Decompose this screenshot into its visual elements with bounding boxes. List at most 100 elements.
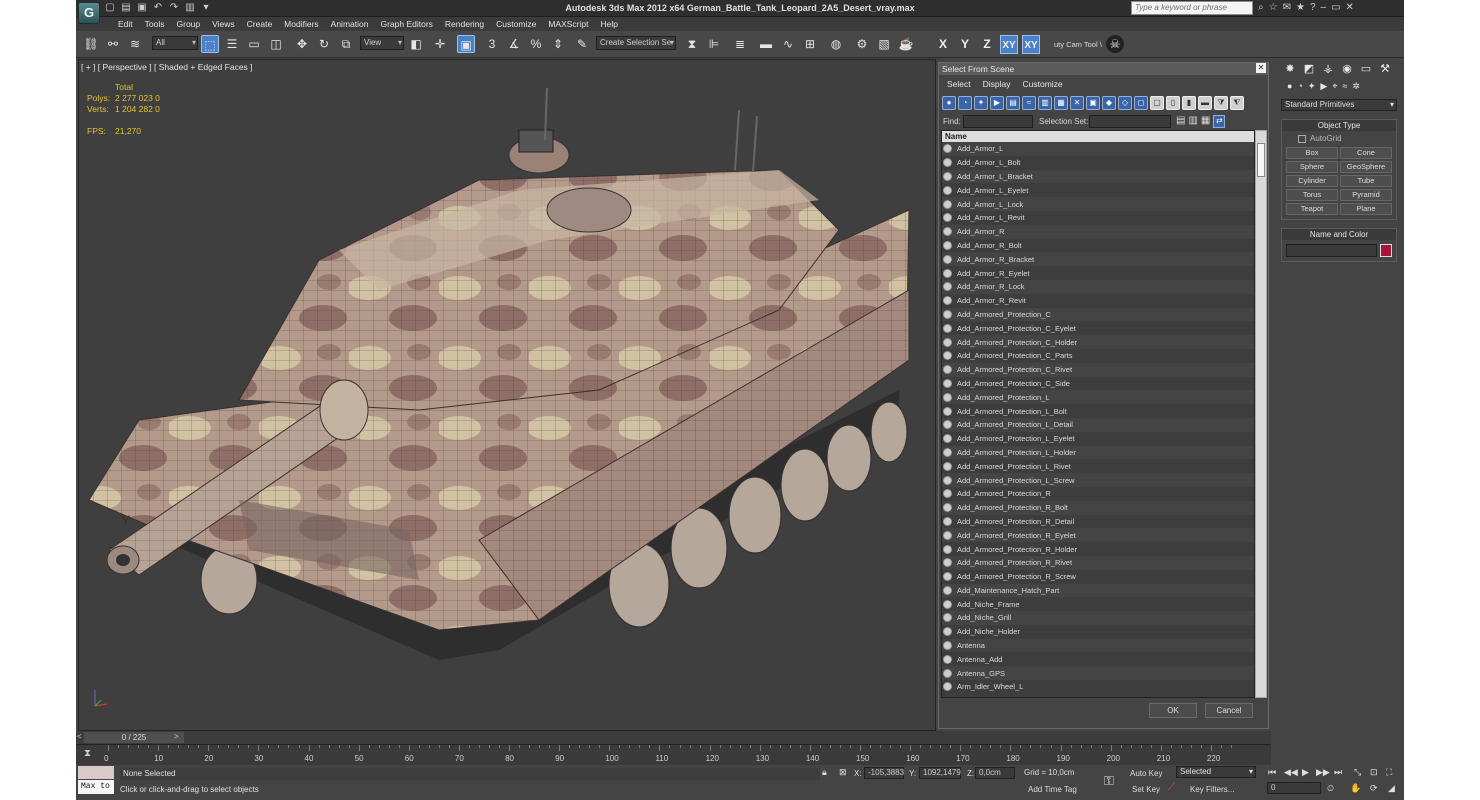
dialog-menu-display[interactable]: Display [983,79,1011,89]
selection-filter-dropdown[interactable]: All [152,36,198,50]
select-object-icon[interactable]: ⬚ [201,35,219,53]
y-coordinate-field[interactable]: 1092,1479 [919,767,961,779]
snaps-toggle-icon[interactable]: 3 [483,35,501,53]
keyboard-shortcut-override-icon[interactable]: ▣ [457,35,475,53]
mirror-icon[interactable]: ⧗ [683,35,701,53]
menu-customize[interactable]: Customize [490,17,542,31]
sync-selection-icon[interactable]: ▬ [1198,96,1212,110]
menu-graph-editors[interactable]: Graph Editors [374,17,438,31]
list-item[interactable]: Add_Armor_L_Eyelet [942,183,1254,197]
play-icon[interactable]: ▶ [1302,767,1309,778]
time-slider-next-icon[interactable]: > [174,732,179,741]
list-item[interactable]: Add_Armored_Protection_R [942,487,1254,501]
lights-category-icon[interactable]: ✦ [1308,81,1316,92]
list-item[interactable]: Add_Armored_Protection_C_Side [942,377,1254,391]
pyramid-button[interactable]: Pyramid [1340,189,1392,201]
object-color-swatch[interactable] [1380,244,1392,257]
sync-icon[interactable]: ⇄ [1213,115,1226,128]
utilities-tab-icon[interactable]: ⚒ [1378,62,1392,75]
maximize-icon[interactable]: ▭ [1331,2,1340,14]
unlink-icon[interactable]: ⚯ [104,35,122,53]
bone-filter-icon[interactable]: ✕ [1070,96,1084,110]
list-item[interactable]: Add_Armored_Protection_R_Holder [942,542,1254,556]
track-bar[interactable]: ⧗ 0 10 20 30 40 50 60 70 80 90 100 110 120 130 140 150 1… [76,744,1271,765]
selection-set-dropdown[interactable] [1089,115,1171,128]
list-item[interactable]: Add_Armor_R [942,224,1254,239]
window-crossing-icon[interactable]: ◫ [267,35,285,53]
cone-button[interactable]: Cone [1340,147,1392,159]
link-icon[interactable]: ⛓ [82,35,100,53]
edit-selection-set-icon[interactable]: ▥ [1188,115,1197,128]
frozen-filter-icon[interactable]: ◆ [1102,96,1116,110]
maxscript-listener-output[interactable] [78,766,114,779]
list-item[interactable]: Antenna_GPS [942,666,1254,681]
list-item[interactable]: Add_Armor_L_Bracket [942,169,1254,184]
autogrid-option[interactable]: AutoGrid [1282,131,1396,145]
menu-maxscript[interactable]: MAXScript [542,17,594,31]
object-type-title[interactable]: Object Type [1282,120,1396,131]
list-item[interactable]: Add_Armored_Protection_R_Detail [942,515,1254,529]
list-item[interactable]: Add_Armor_R_Bolt [942,239,1254,253]
display-all-icon[interactable]: ◻ [1134,96,1148,110]
material-editor-icon[interactable]: ◍ [827,35,845,53]
pan-view-icon[interactable]: ✋ [1350,783,1361,794]
find-input[interactable] [963,115,1033,128]
list-item[interactable]: Add_Armored_Protection_L_Screw [942,473,1254,487]
named-selection-set-dropdown[interactable]: Create Selection Se [596,36,676,50]
help-icon[interactable]: ? [1310,2,1316,14]
angle-snap-icon[interactable]: ∡ [505,35,523,53]
select-manipulate-icon[interactable]: ✛ [431,35,449,53]
pivot-center-icon[interactable]: ◧ [407,35,425,53]
align-icon[interactable]: ⊫ [705,35,723,53]
list-item[interactable]: Add_Armor_L_Lock [942,197,1254,211]
list-item[interactable]: Add_Armor_R_Eyelet [942,266,1254,280]
dialog-menu-select[interactable]: Select [947,79,971,89]
list-item[interactable]: Add_Niche_Holder [942,625,1254,639]
perspective-viewport[interactable]: Y [ + ] [ Perspective ] [ Shaded + Edged… [78,59,936,731]
rendered-frame-window-icon[interactable]: ▧ [875,35,893,53]
orbit-icon[interactable]: ⟳ [1370,783,1378,794]
name-and-color-title[interactable]: Name and Color [1282,229,1396,240]
scrollbar-thumb[interactable] [1257,143,1265,177]
filter-icon[interactable]: ⧩ [1214,96,1228,110]
dialog-close-button[interactable]: ✕ [1256,63,1266,73]
current-frame-field[interactable]: 0 [1267,782,1321,794]
menu-rendering[interactable]: Rendering [439,17,490,31]
restrict-z-button[interactable]: Z [978,35,996,54]
absolute-mode-icon[interactable]: ⊠ [839,767,847,778]
scale-icon[interactable]: ⧉ [337,35,355,53]
time-configuration-icon[interactable]: ⏲ [1327,783,1334,794]
list-item[interactable]: Add_Niche_Grill [942,611,1254,625]
scene-object-list[interactable]: Name Add_Armor_L Add_Armor_L_Bolt Add_Armo… [941,130,1255,698]
sphere-button[interactable]: Sphere [1286,161,1338,173]
xref-filter-icon[interactable]: ▦ [1054,96,1068,110]
shapes-category-icon[interactable]: ◔ [1297,81,1302,92]
list-item[interactable]: Antenna [942,638,1254,653]
skull-tool-icon[interactable]: ☠ [1106,35,1124,53]
helpers-category-icon[interactable]: ⌖ [1332,81,1337,92]
menu-modifiers[interactable]: Modifiers [278,17,324,31]
filter-options-icon[interactable]: ⧨ [1230,96,1244,110]
hidden-filter-icon[interactable]: ◇ [1118,96,1132,110]
go-to-end-icon[interactable]: ⏭ [1334,767,1342,778]
helper-filter-icon[interactable]: ▤ [1006,96,1020,110]
edit-named-selection-icon[interactable]: ✎ [573,35,591,53]
list-item[interactable]: Add_Armored_Protection_L [942,390,1254,405]
object-name-input[interactable] [1286,244,1378,257]
delete-selection-set-icon[interactable]: ▦ [1201,115,1210,128]
shape-filter-icon[interactable]: ◔ [958,96,972,110]
list-item[interactable]: Add_Armored_Protection_C_Holder [942,335,1254,349]
spacewarp-filter-icon[interactable]: ≈ [1022,96,1036,110]
list-item[interactable]: Antenna_Add [942,652,1254,666]
selection-lock-icon[interactable]: 🔒︎ [822,767,827,778]
invert-display-icon[interactable]: ▯ [1166,96,1180,110]
restrict-xy-plane-button[interactable]: XY [1000,35,1018,54]
auto-key-button[interactable]: Auto Key [1130,769,1162,778]
container-filter-icon[interactable]: ▣ [1086,96,1100,110]
autogrid-checkbox[interactable] [1298,134,1306,143]
list-item[interactable]: Add_Armored_Protection_C_Rivet [942,362,1254,377]
app-logo-button[interactable]: G [78,2,100,24]
plane-button[interactable]: Plane [1340,203,1392,215]
list-item[interactable]: Add_Armored_Protection_C_Parts [942,349,1254,363]
primitive-type-dropdown[interactable]: Standard Primitives [1281,99,1397,111]
